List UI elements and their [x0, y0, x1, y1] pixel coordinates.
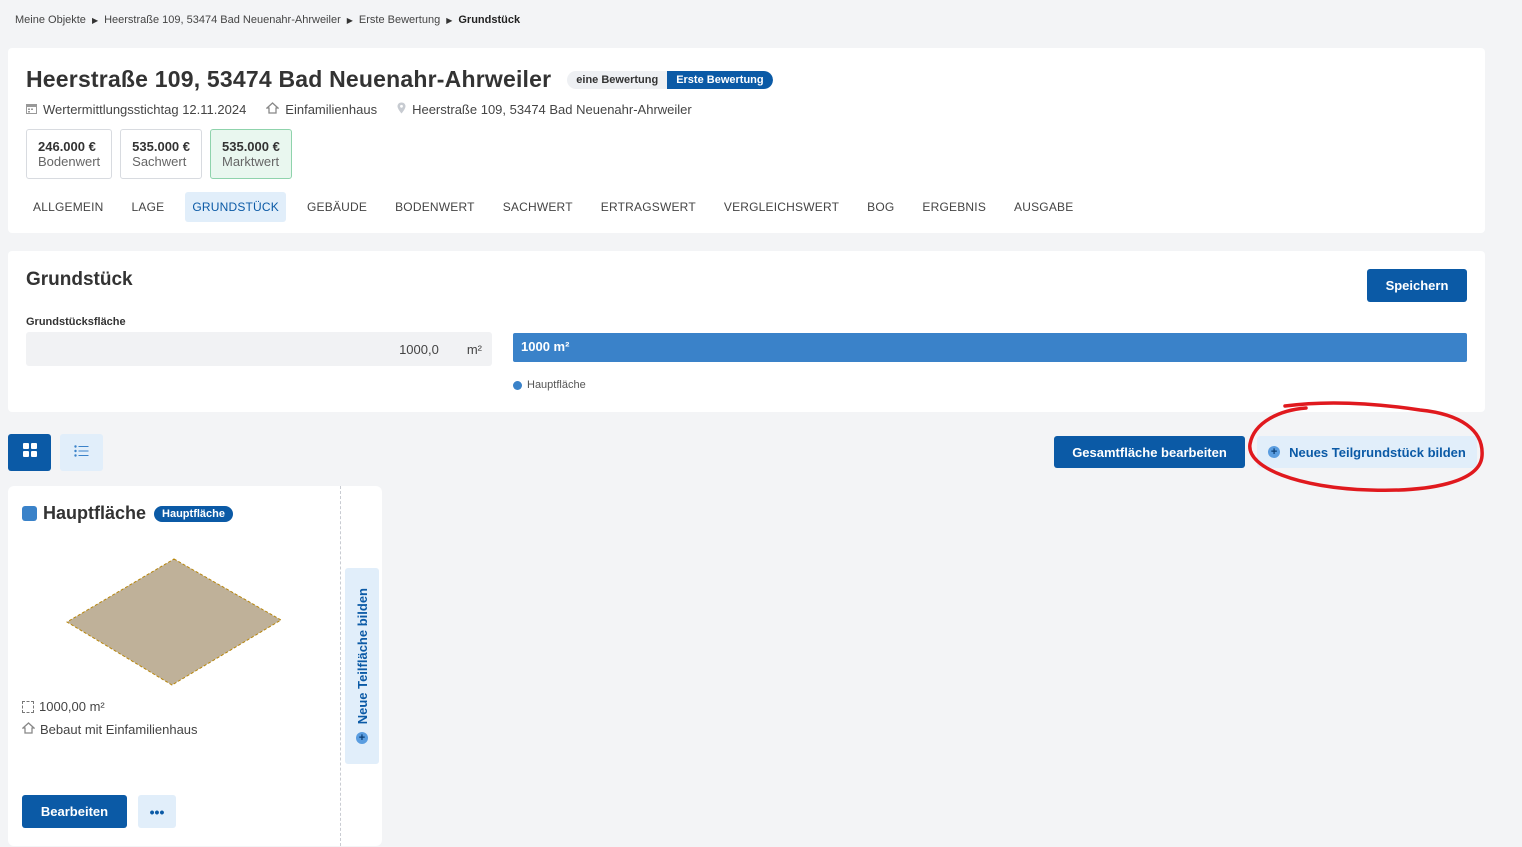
- property-type: Einfamilienhaus: [285, 102, 378, 117]
- page-title: Heerstraße 109, 53474 Bad Neuenahr-Ahrwe…: [26, 66, 552, 92]
- value-box-marktwert: 535.000 € Marktwert: [210, 129, 292, 179]
- list-view-toggle[interactable]: [60, 434, 103, 471]
- marktwert-amount: 535.000 €: [222, 139, 280, 154]
- legend-dot: [513, 380, 522, 390]
- plot-card: Hauptfläche Hauptfläche 1000,00 m² Bebau…: [8, 486, 340, 846]
- valuation-date: Wertermittlungsstichtag 12.11.2024: [43, 102, 247, 117]
- bodenwert-label: Bodenwert: [38, 154, 101, 169]
- tab-grundstueck[interactable]: GRUNDSTÜCK: [185, 192, 286, 222]
- grid-icon: [22, 443, 37, 462]
- chevron-right-icon: ▶: [446, 15, 453, 25]
- plot-area-input[interactable]: 1000,0 m²: [26, 332, 492, 366]
- house-icon: [21, 722, 36, 737]
- list-icon: [74, 444, 89, 462]
- tab-lage[interactable]: LAGE: [125, 192, 172, 222]
- marktwert-label: Marktwert: [222, 154, 280, 169]
- property-address: Heerstraße 109, 53474 Bad Neuenahr-Ahrwe…: [412, 102, 692, 117]
- plot-side-panel: Neue Teilfläche bilden +: [340, 486, 382, 846]
- new-subarea-button[interactable]: Neue Teilfläche bilden +: [345, 568, 379, 764]
- plot-shape: [66, 558, 282, 686]
- plot-area-label: Grundstücksfläche: [26, 316, 126, 328]
- grid-view-toggle[interactable]: [8, 434, 51, 471]
- tab-bog[interactable]: BOG: [860, 192, 901, 222]
- breadcrumb-item-objects[interactable]: Meine Objekte: [15, 14, 86, 26]
- sachwert-label: Sachwert: [132, 154, 187, 169]
- value-box-sachwert: 535.000 € Sachwert: [120, 129, 202, 179]
- area-icon: [22, 700, 34, 713]
- edit-button[interactable]: Bearbeiten: [22, 795, 127, 828]
- breadcrumb: Meine Objekte ▶ Heerstraße 109, 53474 Ba…: [15, 14, 520, 26]
- breadcrumb-current: Grundstück: [458, 14, 521, 26]
- section-title: Grundstück: [26, 269, 133, 290]
- edit-total-area-button[interactable]: Gesamtfläche bearbeiten: [1054, 436, 1245, 468]
- valuation-name-badge: Erste Bewertung: [667, 70, 773, 89]
- tab-sachwert[interactable]: SACHWERT: [496, 192, 580, 222]
- location-pin-icon: [397, 102, 406, 117]
- new-subarea-label: Neue Teilfläche bilden: [354, 587, 370, 725]
- plot-name: Hauptfläche: [43, 503, 147, 523]
- tab-vergleichswert[interactable]: VERGLEICHSWERT: [717, 192, 846, 222]
- chevron-right-icon: ▶: [346, 15, 353, 25]
- annotation-circle: [1248, 401, 1484, 492]
- save-button[interactable]: Speichern: [1367, 269, 1467, 302]
- sachwert-amount: 535.000 €: [132, 139, 190, 154]
- calendar-icon: [26, 103, 37, 117]
- tab-ertragswert[interactable]: ERTRAGSWERT: [594, 192, 703, 222]
- meta-address: Heerstraße 109, 53474 Bad Neuenahr-Ahrwe…: [397, 102, 692, 117]
- tab-bar: ALLGEMEIN LAGE GRUNDSTÜCK GEBÄUDE BODENW…: [26, 192, 1094, 222]
- plus-circle-icon: +: [356, 732, 368, 745]
- area-distribution-bar: 1000 m²: [513, 333, 1467, 362]
- breadcrumb-item-address[interactable]: Heerstraße 109, 53474 Bad Neuenahr-Ahrwe…: [104, 14, 341, 26]
- valuation-badge[interactable]: eine Bewertung Erste Bewertung: [567, 70, 773, 89]
- tab-bodenwert[interactable]: BODENWERT: [388, 192, 482, 222]
- house-icon: [265, 102, 280, 117]
- plot-type-badge: Hauptfläche: [154, 505, 233, 522]
- more-options-button[interactable]: •••: [138, 795, 176, 828]
- bodenwert-amount: 246.000 €: [38, 139, 96, 154]
- property-header: Heerstraße 109, 53474 Bad Neuenahr-Ahrwe…: [8, 48, 1485, 233]
- plot-area-unit: m²: [466, 341, 482, 357]
- breadcrumb-item-valuation[interactable]: Erste Bewertung: [359, 14, 440, 26]
- tab-gebaeude[interactable]: GEBÄUDE: [300, 192, 374, 222]
- plot-area-text: 1000,00 m²: [39, 699, 105, 714]
- area-legend: Hauptfläche: [513, 379, 586, 391]
- plot-color-swatch: [22, 506, 37, 521]
- chevron-right-icon: ▶: [91, 15, 99, 25]
- meta-date: Wertermittlungsstichtag 12.11.2024: [26, 102, 246, 117]
- plot-usage-info: Bebaut mit Einfamilienhaus: [21, 722, 198, 737]
- tab-allgemein[interactable]: ALLGEMEIN: [26, 192, 111, 222]
- tab-ausgabe[interactable]: AUSGABE: [1007, 192, 1080, 222]
- plot-usage-text: Bebaut mit Einfamilienhaus: [40, 722, 198, 737]
- plot-area-value: 1000,0: [399, 341, 439, 357]
- plot-area-section: Grundstück Speichern Grundstücksfläche 1…: [8, 251, 1485, 412]
- meta-type: Einfamilienhaus: [265, 102, 378, 117]
- value-box-bodenwert: 246.000 € Bodenwert: [26, 129, 113, 179]
- tab-ergebnis[interactable]: ERGEBNIS: [915, 192, 993, 222]
- valuation-count-badge: eine Bewertung: [567, 70, 668, 89]
- legend-label: Hauptfläche: [527, 379, 586, 391]
- plot-area-info: 1000,00 m²: [22, 699, 105, 714]
